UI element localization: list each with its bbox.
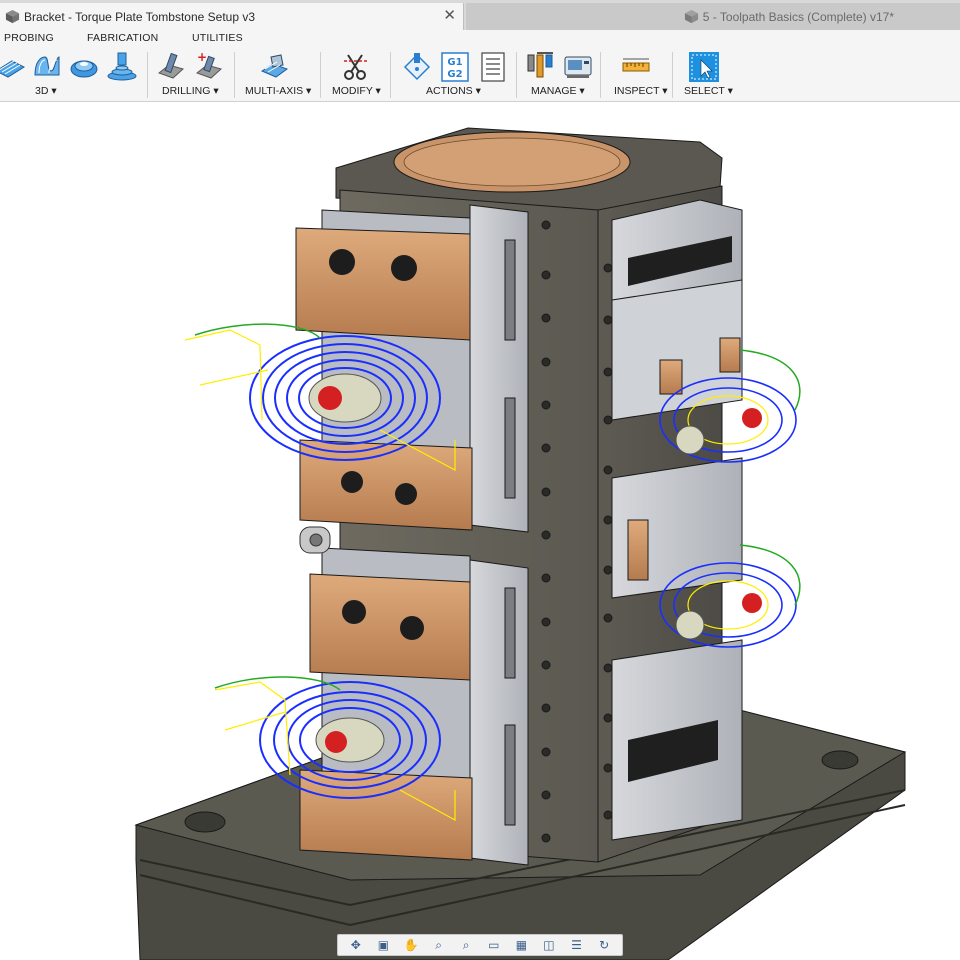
clamp-knob <box>299 526 331 554</box>
workspace-tabs: PROBING FABRICATION UTILITIES <box>0 30 960 48</box>
g1-text: G1 <box>447 57 462 68</box>
post-process-icon[interactable]: G1 G2 <box>439 51 471 83</box>
document-cube-icon <box>5 9 20 24</box>
look-at-icon[interactable]: ▣ <box>374 937 392 953</box>
side-vise-fixtures <box>611 199 743 841</box>
3d-viewport[interactable] <box>0 102 960 960</box>
scissors-icon[interactable] <box>340 51 372 83</box>
zoom-icon[interactable]: ⌕ <box>430 937 448 953</box>
toolbar-separator <box>672 52 673 98</box>
orbit-icon[interactable]: ✥ <box>347 937 365 953</box>
tab-bracket-tombstone[interactable]: Bracket - Torque Plate Tombstone Setup v… <box>0 3 464 30</box>
toolbar-separator <box>234 52 235 98</box>
machine-library-icon[interactable] <box>562 51 594 83</box>
display-settings-icon[interactable]: ▭ <box>485 937 503 953</box>
multi-axis-group-label[interactable]: MULTI-AXIS ▾ <box>245 85 311 97</box>
tab-fabrication[interactable]: FABRICATION <box>87 32 158 44</box>
tab-utilities[interactable]: UTILITIES <box>192 32 243 44</box>
multi-axis-icon[interactable] <box>259 51 291 83</box>
setup-sheet-icon[interactable] <box>477 51 509 83</box>
actions-group-label[interactable]: ACTIONS ▾ <box>426 85 481 97</box>
measure-icon[interactable] <box>620 51 652 83</box>
contour-3d-icon[interactable] <box>31 51 63 83</box>
inspect-group-label[interactable]: INSPECT ▾ <box>614 85 668 97</box>
svg-text:+: + <box>197 51 207 64</box>
app-window: Bracket - Torque Plate Tombstone Setup v… <box>0 0 960 960</box>
toolbar-separator <box>516 52 517 98</box>
drilling-group-label[interactable]: DRILLING ▾ <box>162 85 219 97</box>
tab-title: 5 - Toolpath Basics (Complete) v17* <box>702 9 894 24</box>
toolbar-separator <box>320 52 321 98</box>
view-cube-icon[interactable]: ◫ <box>540 937 558 953</box>
front-vise-lower <box>299 547 529 866</box>
layout-icon[interactable]: ☰ <box>568 937 586 953</box>
tool-library-icon[interactable] <box>525 51 557 83</box>
3d-group-label[interactable]: 3D ▾ <box>35 85 57 97</box>
tab-probing[interactable]: PROBING <box>4 32 54 44</box>
toolbar-separator <box>390 52 391 98</box>
grid-icon[interactable]: ▦ <box>512 937 530 953</box>
document-cube-icon <box>684 9 698 24</box>
drill-icon[interactable] <box>155 51 187 83</box>
g2-text: G2 <box>447 69 462 80</box>
simulate-icon[interactable] <box>401 51 433 83</box>
hole-recognition-icon[interactable]: + <box>193 51 225 83</box>
pan-icon[interactable]: ✋ <box>402 937 420 953</box>
ribbon-toolbar: 3D ▾ + DRILLING ▾ MULTI-AXIS ▾ MODIFY ▾ … <box>0 48 960 102</box>
tombstone-model-scene <box>134 127 907 960</box>
tab-toolpath-basics[interactable]: 5 - Toolpath Basics (Complete) v17* <box>466 3 960 30</box>
scallop-3d-icon[interactable] <box>106 51 138 83</box>
select-group-label[interactable]: SELECT ▾ <box>684 85 733 97</box>
navigation-toolbar: ✥ ▣ ✋ ⌕ ⌕ ▭ ▦ ◫ ☰ ↻ <box>337 934 623 956</box>
close-icon[interactable]: ✕ <box>443 8 456 24</box>
refresh-icon[interactable]: ↻ <box>595 937 613 953</box>
adaptive-3d-icon[interactable] <box>68 51 100 83</box>
select-cursor-icon[interactable] <box>688 51 720 83</box>
modify-group-label[interactable]: MODIFY ▾ <box>332 85 381 97</box>
document-tab-bar: Bracket - Torque Plate Tombstone Setup v… <box>0 0 960 30</box>
manage-group-label[interactable]: MANAGE ▾ <box>531 85 585 97</box>
toolbar-separator <box>147 52 148 98</box>
zoom-window-icon[interactable]: ⌕ <box>457 937 475 953</box>
parallel-3d-icon[interactable] <box>0 51 26 83</box>
toolbar-separator <box>600 52 601 98</box>
tab-title: Bracket - Torque Plate Tombstone Setup v… <box>24 9 256 24</box>
